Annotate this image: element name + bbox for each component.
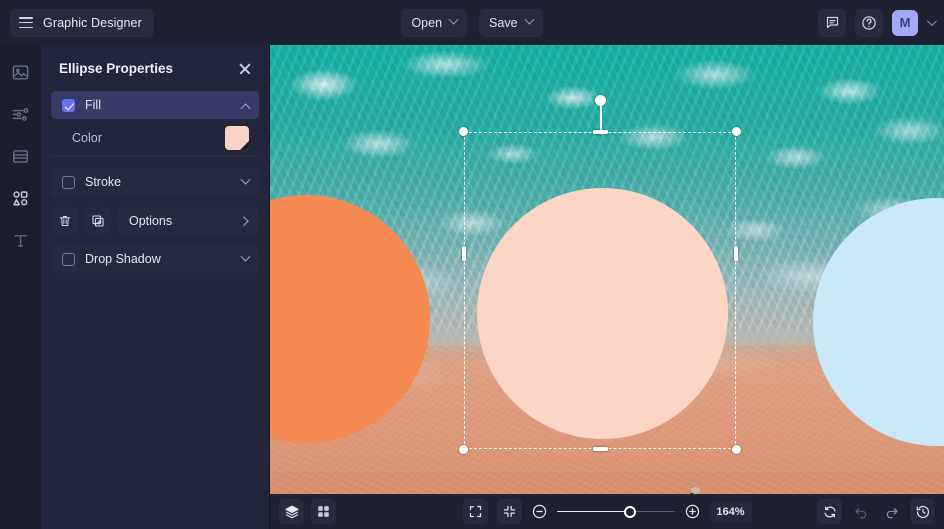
collapse-arrows-icon xyxy=(503,505,515,518)
zoom-slider-knob[interactable] xyxy=(623,505,636,518)
resize-handle-bottom-left[interactable] xyxy=(459,445,468,454)
stroke-label: Stroke xyxy=(85,175,122,189)
panel-header: Ellipse Properties xyxy=(41,45,269,91)
fill-checkbox[interactable] xyxy=(62,98,75,112)
chevron-up-icon[interactable] xyxy=(240,102,251,113)
options-button[interactable]: Options xyxy=(117,207,259,234)
sidebar-item-image[interactable] xyxy=(8,59,34,85)
properties-panel: Ellipse Properties Fill Color Stroke Opt… xyxy=(41,45,270,529)
plus-circle-icon xyxy=(685,504,699,519)
app-menu-button[interactable]: Graphic Designer xyxy=(10,8,154,37)
graphic-designer-app: Graphic Designer Open Save M Ellipse Pro… xyxy=(0,0,944,529)
sidebar-item-adjustments[interactable] xyxy=(8,101,34,127)
rotate-handle[interactable] xyxy=(594,95,606,106)
panel-body: Fill Color Stroke Options Drop Shadow xyxy=(41,91,269,273)
redo-icon xyxy=(886,507,898,518)
stroke-checkbox[interactable] xyxy=(62,175,75,189)
color-row: Color xyxy=(51,119,259,157)
redo-button[interactable] xyxy=(879,499,904,524)
top-bar-actions: M xyxy=(818,0,937,45)
drop-shadow-label: Drop Shadow xyxy=(85,252,161,266)
collapse-view-button[interactable] xyxy=(496,499,522,524)
chevron-down-icon[interactable] xyxy=(926,16,937,27)
save-menu-button[interactable]: Save xyxy=(479,8,543,37)
fill-section-row[interactable]: Fill xyxy=(51,91,259,119)
rotate-handle-stem xyxy=(600,106,602,130)
zoom-slider[interactable] xyxy=(556,505,675,519)
drop-shadow-section-row[interactable]: Drop Shadow xyxy=(51,245,259,273)
panel-title: Ellipse Properties xyxy=(59,60,174,76)
resize-handle-bottom-right[interactable] xyxy=(732,445,741,454)
color-label: Color xyxy=(72,130,102,145)
chevron-right-icon xyxy=(238,216,249,227)
drop-shadow-checkbox[interactable] xyxy=(62,252,75,266)
options-label: Options xyxy=(129,213,173,228)
zoom-level-value[interactable]: 164% xyxy=(709,501,752,522)
resize-handle-left[interactable] xyxy=(462,245,466,261)
avatar[interactable]: M xyxy=(892,9,918,36)
chevron-down-icon[interactable] xyxy=(240,174,251,185)
sliders-icon xyxy=(12,107,29,121)
tool-rail xyxy=(0,45,41,529)
trash-icon xyxy=(59,215,70,226)
shapes-icon xyxy=(13,190,28,205)
save-menu-label: Save xyxy=(489,15,518,30)
resize-handle-top[interactable] xyxy=(593,130,608,134)
history-clock-icon xyxy=(916,505,929,518)
chevron-down-icon xyxy=(524,14,534,25)
duplicate-shape-button[interactable] xyxy=(84,207,111,234)
selection-overlay[interactable] xyxy=(459,95,741,454)
shape-tools-row: Options xyxy=(51,207,259,234)
design-canvas[interactable] xyxy=(270,45,944,494)
help-button[interactable] xyxy=(855,8,883,37)
minus-circle-icon xyxy=(532,504,546,519)
stroke-section-row[interactable]: Stroke xyxy=(51,168,259,196)
open-menu-button[interactable]: Open xyxy=(401,8,468,37)
open-menu-label: Open xyxy=(411,15,443,30)
hamburger-icon xyxy=(19,17,33,28)
undo-icon xyxy=(854,507,866,518)
resize-handle-top-left[interactable] xyxy=(459,127,468,136)
image-icon xyxy=(12,64,29,80)
comments-button[interactable] xyxy=(818,8,846,37)
sidebar-item-shapes[interactable] xyxy=(8,185,34,211)
resize-handle-bottom[interactable] xyxy=(593,447,608,451)
refresh-icon xyxy=(823,505,836,518)
zoom-in-button[interactable] xyxy=(684,503,701,520)
text-t-icon xyxy=(14,234,27,247)
duplicate-icon xyxy=(91,214,104,227)
refresh-button[interactable] xyxy=(817,499,842,524)
fit-screen-icon xyxy=(469,505,481,518)
fit-screen-button[interactable] xyxy=(462,499,488,524)
bottom-toolbar: 164% xyxy=(270,494,944,529)
sidebar-item-layers[interactable] xyxy=(8,143,34,169)
help-circle-icon xyxy=(862,15,876,30)
top-bar: Graphic Designer Open Save M xyxy=(0,0,944,45)
zoom-slider-fill xyxy=(556,510,630,513)
chevron-down-icon xyxy=(448,14,459,25)
chevron-down-icon[interactable] xyxy=(240,251,251,262)
color-swatch-button[interactable] xyxy=(225,125,249,150)
fill-label: Fill xyxy=(85,98,101,112)
resize-handle-top-right[interactable] xyxy=(732,127,741,136)
history-controls xyxy=(817,499,935,524)
layers-list-icon xyxy=(13,149,28,163)
sidebar-item-text[interactable] xyxy=(8,227,34,253)
history-button[interactable] xyxy=(910,499,935,524)
close-icon[interactable] xyxy=(237,60,253,76)
selection-bounding-box xyxy=(464,132,736,449)
zoom-out-button[interactable] xyxy=(531,503,548,520)
undo-button[interactable] xyxy=(848,499,873,524)
delete-shape-button[interactable] xyxy=(51,207,78,234)
comment-icon xyxy=(826,16,838,29)
resize-handle-right[interactable] xyxy=(734,245,738,261)
app-title: Graphic Designer xyxy=(43,15,142,30)
